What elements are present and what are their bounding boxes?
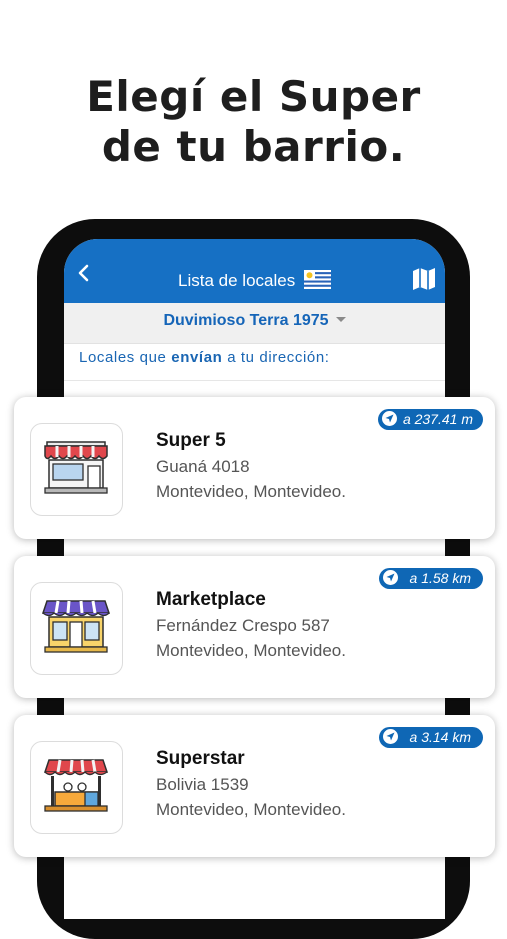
address-selector[interactable]: Duvimioso Terra 1975 — [64, 303, 445, 344]
divider — [64, 380, 445, 381]
distance-badge: a 237.41 m — [377, 409, 483, 430]
red-awning-store-icon — [44, 441, 108, 494]
navigation-arrow-icon — [382, 729, 398, 744]
headline-line-1: Elegí el Super — [86, 72, 421, 121]
uruguay-flag-icon — [303, 270, 331, 289]
store-street: Bolivia 1539 — [156, 775, 249, 794]
headline-line-2: de tu barrio. — [101, 122, 406, 171]
store-name: Superstar — [156, 748, 245, 769]
store-card[interactable]: Marketplace Fernández Crespo 587 Montevi… — [14, 556, 495, 698]
store-card[interactable]: Super 5 Guaná 4018 Montevideo, Montevide… — [14, 397, 495, 539]
caret-down-icon — [335, 317, 346, 322]
store-card[interactable]: Superstar Bolivia 1539 Montevideo, Monte… — [14, 715, 495, 857]
top-bar: Lista de locales — [64, 239, 445, 303]
purple-awning-store-icon — [41, 600, 111, 653]
store-thumbnail — [30, 582, 123, 675]
distance-badge: a 1.58 km — [378, 568, 483, 589]
address-value: Duvimioso Terra 1975 — [163, 312, 329, 329]
page-title: Lista de locales — [178, 271, 296, 290]
section-label-emphasis: envían — [171, 349, 223, 366]
store-thumbnail — [30, 741, 123, 834]
distance-badge: a 3.14 km — [378, 727, 483, 748]
store-name: Super 5 — [156, 430, 226, 451]
store-city: Montevideo, Montevideo. — [156, 641, 346, 660]
navigation-arrow-icon — [381, 411, 397, 426]
store-name: Marketplace — [156, 589, 266, 610]
store-street: Fernández Crespo 587 — [156, 616, 330, 635]
store-city: Montevideo, Montevideo. — [156, 482, 346, 501]
distance-value: a 1.58 km — [409, 570, 471, 586]
distance-value: a 237.41 m — [402, 411, 473, 427]
map-icon — [413, 268, 435, 290]
market-stall-icon — [43, 759, 109, 812]
store-city: Montevideo, Montevideo. — [156, 800, 346, 819]
section-label: Locales que envían a tu dirección: — [79, 349, 330, 366]
map-view-button[interactable] — [411, 267, 437, 291]
store-street: Guaná 4018 — [156, 457, 250, 476]
headline: Elegí el Super de tu barrio. — [0, 72, 507, 172]
store-thumbnail — [30, 423, 123, 516]
distance-value: a 3.14 km — [409, 729, 471, 745]
navigation-arrow-icon — [382, 570, 398, 585]
